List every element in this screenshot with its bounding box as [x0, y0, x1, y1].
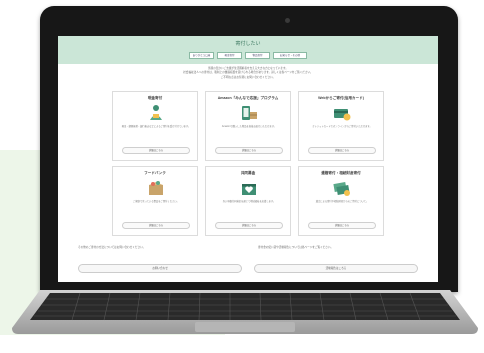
- person-donate-icon: [150, 105, 162, 120]
- nav-item-news[interactable]: お知らせ・その他: [273, 52, 307, 59]
- heart-box-icon: [242, 184, 256, 195]
- card-detail-button[interactable]: 詳細はこちら: [215, 147, 283, 154]
- card-cash-donation: 現金寄付 現金・郵便振替・銀行振込などによるご寄付を受け付けています。 詳細はこ…: [112, 91, 198, 161]
- card-desc: Amazonで購入した物品を直接お届けいただけます。: [221, 126, 277, 128]
- card-detail-button[interactable]: 詳細はこちら: [215, 222, 283, 229]
- page-title: 寄付したい: [235, 41, 261, 47]
- card-desc: 現金・郵便振替・銀行振込などによるご寄付を受け付けています。: [121, 126, 191, 128]
- card-detail-button[interactable]: 詳細はこちら: [308, 147, 376, 154]
- card-donate-icon: [334, 109, 351, 121]
- card-web-donation: Webからご寄付(信用カード) クレジットカードでオンラインからご寄付いただけま…: [298, 91, 384, 161]
- camera-dot: [285, 18, 290, 23]
- card-title: 現金寄付: [147, 96, 163, 100]
- card-title: フードバンク: [144, 171, 166, 175]
- card-desc: 遺言による寄付や相続財産からのご寄付について。: [315, 201, 369, 203]
- phone-package-icon: [242, 106, 257, 120]
- nav-item-goods[interactable]: 物品寄付: [245, 52, 270, 59]
- nav-bar: ありがとう口座 現金寄付 物品寄付 お知らせ・その他: [58, 52, 438, 59]
- card-bequest-donation: 遺贈寄付・相続財産寄付 遺言による寄付や相続財産からのご寄付について。 詳細はこ…: [298, 166, 384, 236]
- card-detail-button[interactable]: 詳細はこちら: [308, 222, 376, 229]
- nav-item-account[interactable]: ありがとう口座: [189, 52, 214, 59]
- food-box-icon: [149, 181, 163, 195]
- activity-report-button[interactable]: 活動報告はこちら: [254, 264, 418, 273]
- card-title: 遺贈寄付・相続財産寄付: [321, 171, 361, 175]
- bottom-left-text: その他のご寄付の方法についてはお問い合わせください。: [78, 246, 146, 249]
- intro-line-3: ご不明な点はお気軽にお問い合わせください。: [220, 75, 276, 79]
- card-title: 共同募金: [240, 171, 256, 175]
- coins-money-icon: [333, 182, 350, 196]
- card-title: Webからご寄付(信用カード): [318, 96, 364, 100]
- nav-item-cash[interactable]: 現金寄付: [217, 52, 242, 59]
- card-detail-button[interactable]: 詳細はこちら: [122, 222, 190, 229]
- card-desc: 赤い羽根共同募金を通じて地域福祉を応援します。: [222, 201, 276, 203]
- bottom-right-text: 寄付金の使い道や活動報告については各ページをご覧ください。: [258, 246, 334, 249]
- card-community-chest: 共同募金 赤い羽根共同募金を通じて地域福祉を応援します。 詳細はこちら: [205, 166, 291, 236]
- laptop-keyboard-base: [12, 290, 478, 334]
- contact-button[interactable]: お問い合わせ: [78, 264, 242, 273]
- laptop-screen: 寄付したい ありがとう口座 現金寄付 物品寄付 お知らせ・その他 皆様の温かいご…: [58, 36, 438, 282]
- site-header: 寄付したい ありがとう口座 現金寄付 物品寄付 お知らせ・その他: [58, 36, 438, 64]
- card-desc: ご家庭で余っている食品をご寄付ください。: [133, 201, 179, 203]
- touchpad: [195, 322, 295, 332]
- card-title: Amazon「みんなで応援」プログラム: [217, 96, 279, 100]
- intro-text: 皆様の温かいご支援が生活困窮者を支える大きな力となっています。 社会福祉法人への…: [78, 67, 418, 80]
- card-amazon-program: Amazon「みんなで応援」プログラム Amazonで購入した物品を直接お届けい…: [205, 91, 291, 161]
- card-food-bank: フードバンク ご家庭で余っている食品をご寄付ください。 詳細はこちら: [112, 166, 198, 236]
- card-desc: クレジットカードでオンラインからご寄付いただけます。: [312, 126, 372, 128]
- card-detail-button[interactable]: 詳細はこちら: [122, 147, 190, 154]
